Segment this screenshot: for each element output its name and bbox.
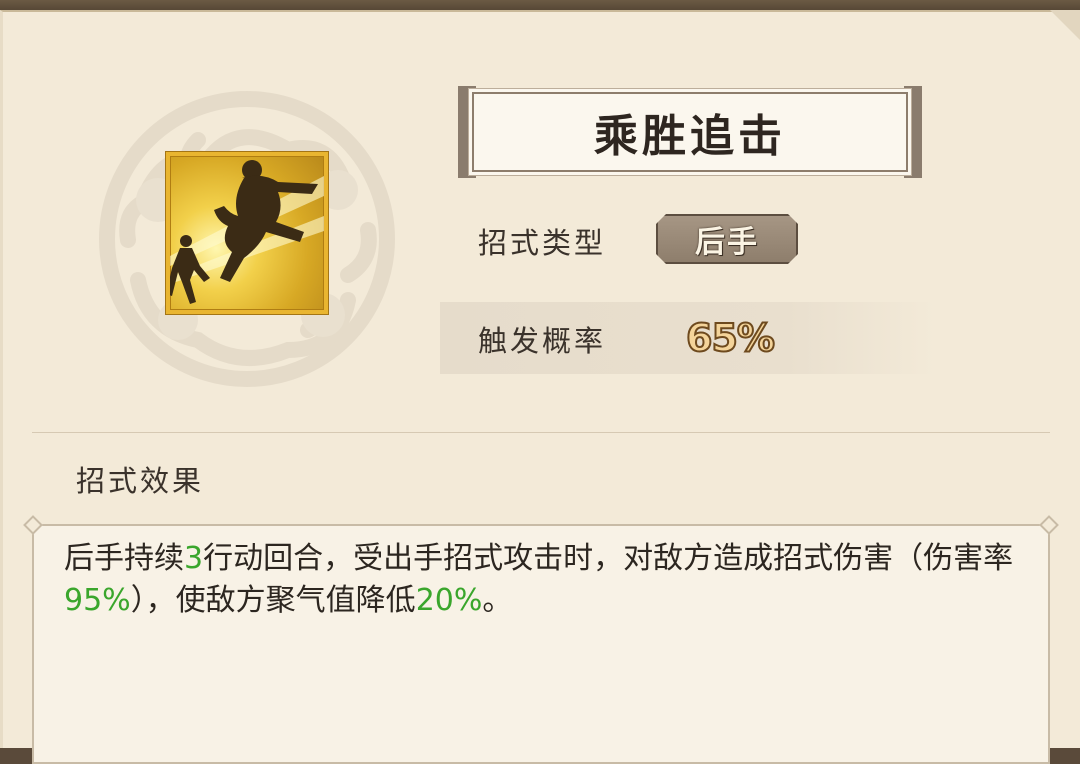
skill-type-badge: 后手: [656, 214, 798, 264]
effect-title: 招式效果: [76, 464, 205, 498]
title-bracket-left: [458, 86, 476, 178]
effect-segment: 。: [482, 583, 513, 618]
title-bracket-right: [904, 86, 922, 178]
section-divider: [32, 432, 1050, 433]
effect-segment: 行动回合，受出手招式攻击时，对敌方造成招式伤害（伤害率: [203, 541, 1014, 576]
trigger-rate-label: 触发概率: [478, 324, 607, 358]
trigger-rate-value: 65%: [685, 315, 776, 361]
effect-segment: ），使敌方聚气值降低: [130, 583, 416, 618]
skill-icon[interactable]: [166, 152, 328, 314]
skill-title-plate: 乘胜追击: [472, 92, 908, 172]
skill-title-frame: 乘胜追击: [458, 86, 922, 178]
effect-description: 后手持续3行动回合，受出手招式攻击时，对敌方造成招式伤害（伤害率 95%），使敌方…: [64, 538, 1014, 622]
skill-type-value: 后手: [695, 225, 759, 260]
skill-type-label: 招式类型: [478, 226, 607, 260]
effect-duration-value: 3: [184, 541, 204, 576]
effect-damage-rate-value: 95%: [64, 583, 131, 618]
effect-segment: 后手持续: [64, 541, 184, 576]
effect-qi-reduction-value: 20%: [415, 583, 483, 618]
skill-name: 乘胜追击: [594, 111, 786, 162]
running-kick-icon: [170, 160, 324, 304]
